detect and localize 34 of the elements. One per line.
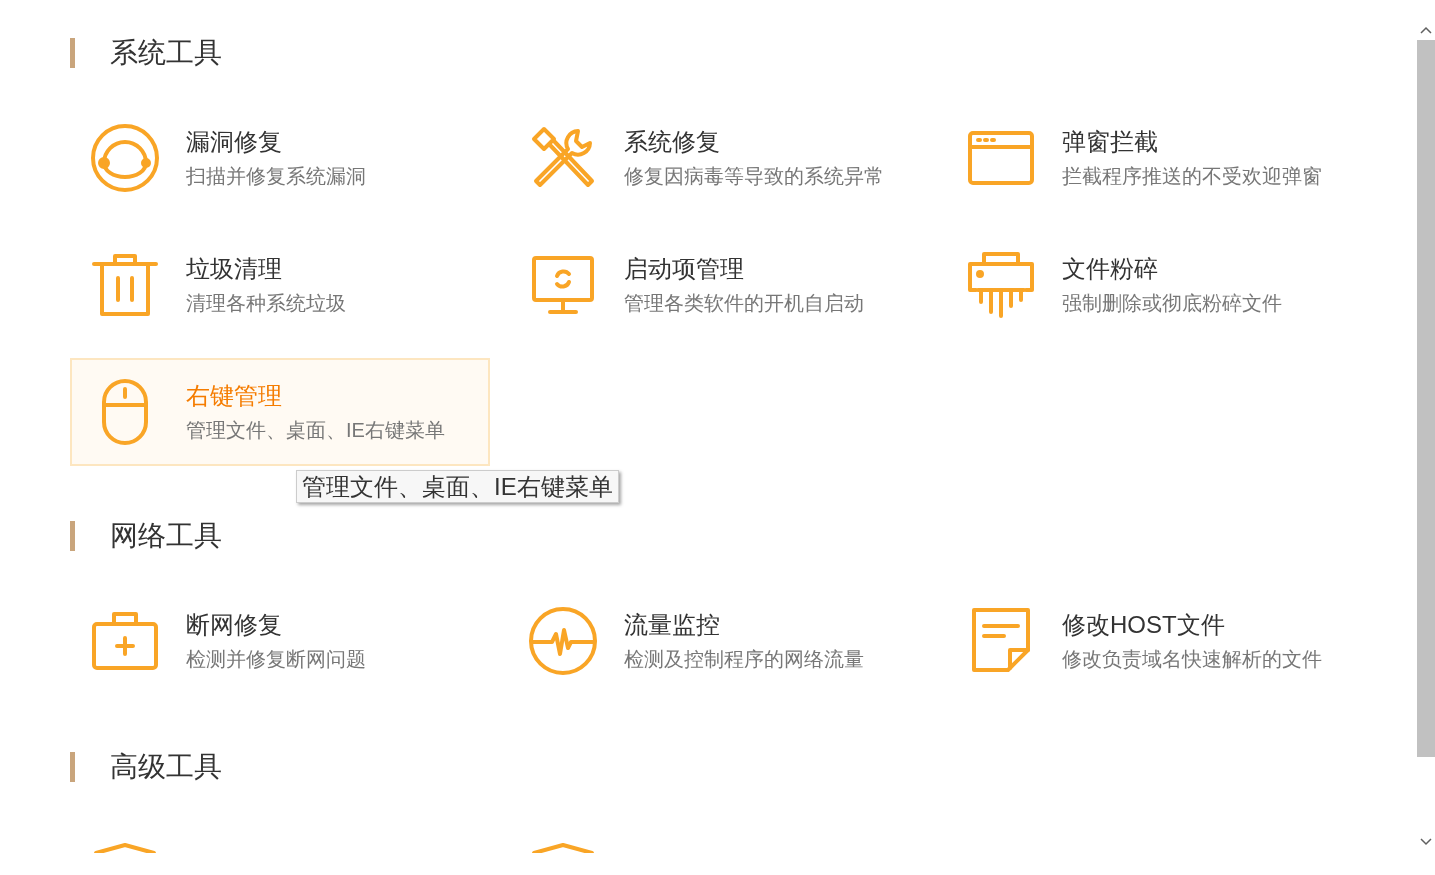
- scroll-up-icon[interactable]: [1420, 26, 1432, 34]
- tool-description: 拦截程序推送的不受欢迎弹窗: [1062, 164, 1322, 189]
- tooltip: 管理文件、桌面、IE右键菜单: [296, 470, 619, 503]
- tool-title: 启动项管理: [624, 254, 745, 284]
- tool-title: 修改HOST文件: [1062, 610, 1226, 640]
- scroll-down-icon[interactable]: [1420, 838, 1432, 846]
- tool-description: 强制删除或彻底粉碎文件: [1062, 291, 1282, 316]
- tool-title: 断网修复: [186, 610, 283, 640]
- tool-description: 管理各类软件的开机自启动: [624, 291, 864, 316]
- tool-description: 清理各种系统垃圾: [186, 291, 346, 316]
- tool-card[interactable]: 右键管理 管理文件、桌面、IE右键菜单: [70, 358, 490, 466]
- section-title: 网络工具: [110, 519, 222, 553]
- scrollbar-thumb[interactable]: [1417, 40, 1435, 757]
- shredder-icon: [966, 250, 1036, 320]
- tool-title: 垃圾清理: [186, 254, 283, 284]
- tool-title: 弹窗拦截: [1062, 127, 1159, 157]
- section-title: 高级工具: [110, 750, 222, 784]
- pulse-icon: [528, 606, 598, 676]
- section-title: 系统工具: [110, 36, 222, 70]
- section-marker: [70, 521, 75, 551]
- tool-title: 文件粉碎: [1062, 254, 1159, 284]
- tool-title: 流量监控: [624, 610, 721, 640]
- tool-description: 扫描并修复系统漏洞: [186, 164, 366, 189]
- section-marker: [70, 752, 75, 782]
- tool-title: 系统修复: [624, 127, 721, 157]
- tool-description: 管理文件、桌面、IE右键菜单: [186, 418, 445, 443]
- tool-description: 检测及控制程序的网络流量: [624, 647, 864, 672]
- ring-icon: [90, 123, 160, 193]
- tool-title: 右键管理: [186, 381, 283, 411]
- tool-title: 漏洞修复: [186, 127, 283, 157]
- tool-description: 修复因病毒等导致的系统异常: [624, 164, 884, 189]
- tool-description: 检测并修复断网问题: [186, 647, 366, 672]
- section-marker: [70, 38, 75, 68]
- tool-description: 修改负责域名快速解析的文件: [1062, 647, 1322, 672]
